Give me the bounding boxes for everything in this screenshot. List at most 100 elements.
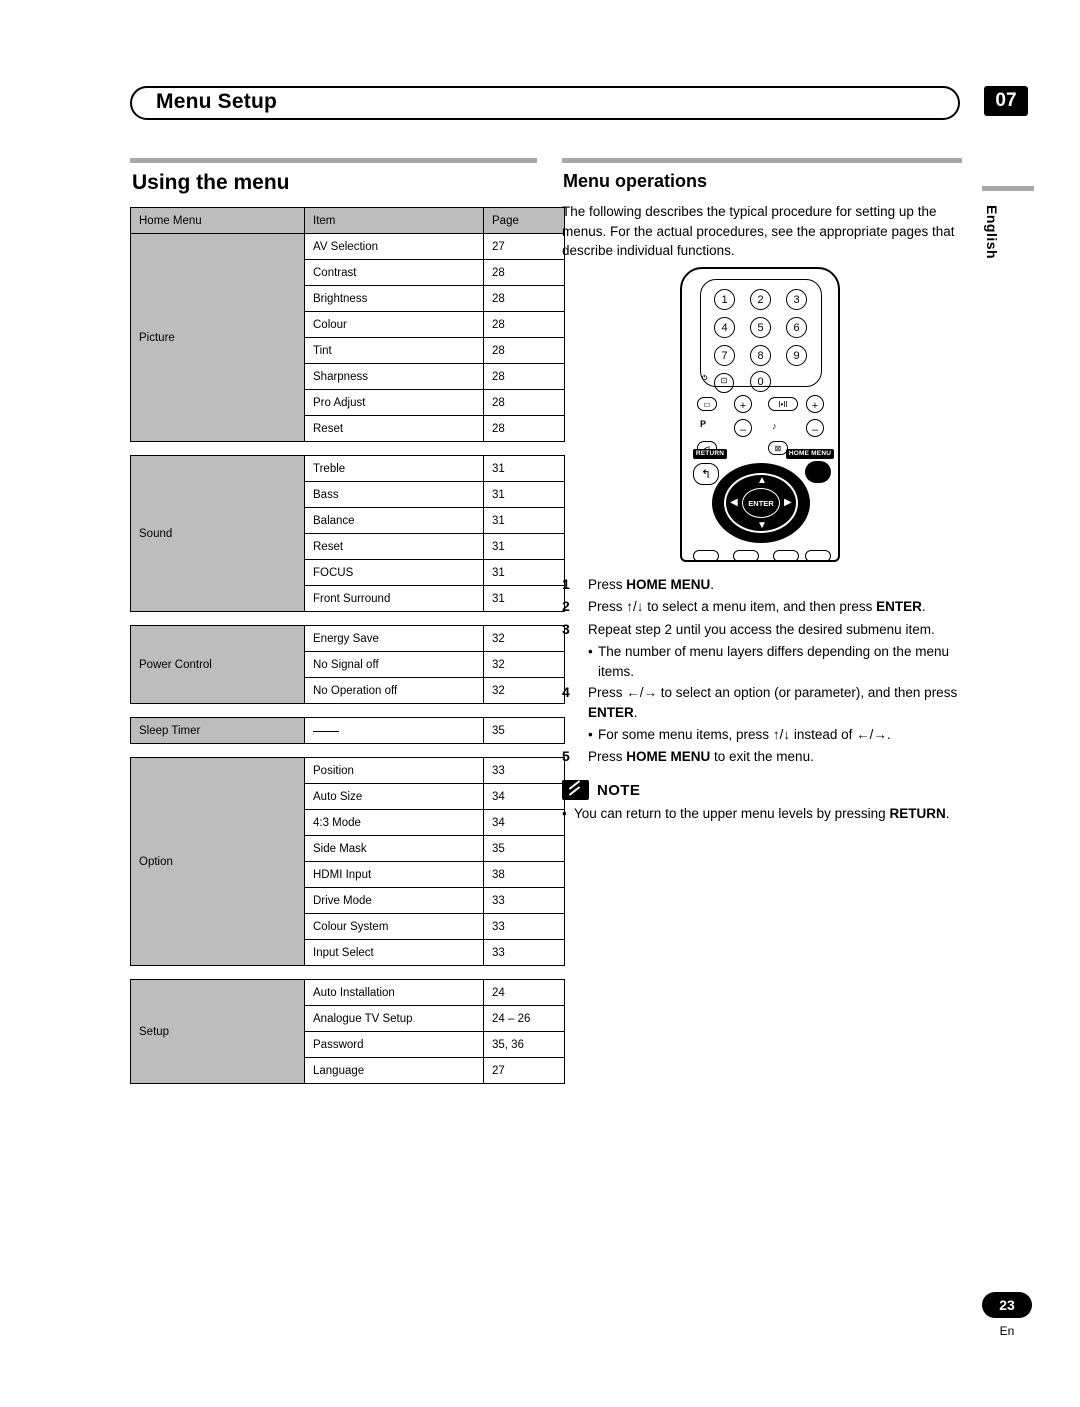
menu-item-page: 38 [483, 861, 565, 888]
step-item: 2 Press ↑/↓ to select a menu item, and th… [562, 597, 962, 617]
menu-table-power-control: Power Control Energy Save 32 No Signal off 3… [130, 625, 565, 704]
remote-key-0: 0 [750, 370, 771, 392]
menu-item-page: 31 [483, 585, 565, 612]
right-section-rule [562, 158, 962, 163]
step-text: ↑/↓ [772, 727, 791, 742]
menu-item-page: 35 [483, 835, 565, 862]
menu-item-label: Language [304, 1057, 484, 1084]
menu-table-setup: Setup Auto Installation 24 Analogue TV Setu… [130, 979, 565, 1084]
key-name: HOME MENU [626, 748, 711, 764]
menu-item-label: Sharpness [304, 363, 484, 390]
step-item: 4 Press ←/→ to select an option (or param… [562, 683, 962, 722]
menu-item-label: Position [304, 757, 484, 784]
bottom-key-4 [805, 549, 831, 562]
menu-item-page: 35 [483, 717, 565, 744]
menu-item-label: Bass [304, 481, 484, 508]
enter-key: ENTER [742, 487, 780, 518]
step-item: 1 Press HOME MENU. [562, 575, 962, 595]
program-label: P [700, 418, 707, 429]
remote-key-1: 1 [714, 288, 735, 310]
table-gap [130, 744, 537, 757]
menu-item-page: 31 [483, 481, 565, 508]
display-icon: ⊠ [768, 440, 788, 455]
menu-item-label [304, 717, 484, 744]
page-number: 23 [982, 1292, 1032, 1318]
table-row: Option Position 33 [130, 757, 565, 966]
menu-item-label: 4:3 Mode [304, 809, 484, 836]
dpad: ENTER ▲ ▼ ◀ ▶ [712, 462, 810, 543]
table-row: Setup Auto Installation 24 [130, 979, 565, 1084]
step-text: The number of menu layers differs depend… [598, 644, 949, 679]
remote-key-7: 7 [714, 344, 735, 366]
menu-item-page: 31 [483, 559, 565, 586]
menu-table-option: Option Position 33 Auto Size 34 4:3 Mode 34 Sid… [130, 757, 565, 966]
step-text: . [921, 599, 926, 614]
menu-item-label: Pro Adjust [304, 389, 484, 416]
menu-group-label: Sleep Timer [130, 717, 305, 744]
note-body: • You can return to the upper menu level… [562, 804, 962, 824]
arrow-down-icon: ▼ [757, 519, 767, 531]
arrow-right-icon: ▶ [784, 496, 792, 508]
step-item: 3 Repeat step 2 until you access the desi… [562, 620, 962, 640]
note-text-part: . [945, 806, 950, 821]
page-header: Menu Setup [130, 86, 960, 120]
note-bullet: • [562, 806, 567, 821]
page-title: Menu Setup [148, 90, 285, 114]
remote-key-9: 9 [786, 344, 807, 366]
menu-group-label: Picture [130, 233, 305, 442]
step-number: 2 [562, 598, 570, 614]
table-gap [130, 442, 537, 455]
menu-operations-intro: The following describes the typical proc… [562, 204, 955, 258]
menu-item-page: 35, 36 [483, 1031, 565, 1058]
menu-item-page: 31 [483, 533, 565, 560]
step-text: ←/→ [626, 685, 658, 700]
step-text: For some menu items, press [598, 727, 773, 742]
volume-label: ♪ [772, 420, 777, 431]
step-item: 5 Press HOME MENU to exit the menu. [562, 747, 962, 767]
step-note: • The number of menu layers differs depen… [562, 642, 962, 681]
table-gap [130, 966, 537, 979]
side-rule [982, 186, 1034, 191]
menu-table-sound: Sound Treble 31 Bass 31 Balance 31 Reset 31 FOCUS… [130, 455, 565, 612]
menu-operations-title: Menu operations [563, 171, 708, 191]
menu-item-page: 28 [483, 415, 565, 442]
menu-item-label: Input Select [304, 939, 484, 966]
step-note: • For some menu items, press ↑/↓ instead … [562, 725, 962, 745]
input-icon: ▭ [697, 396, 717, 411]
remote-key-2: 2 [750, 288, 771, 310]
menu-item-label: AV Selection [304, 233, 484, 260]
menu-item-page: 28 [483, 259, 565, 286]
dash-placeholder [313, 730, 339, 732]
remote-control-illustration: 1 2 3 4 5 6 7 8 9 0 ⊡ ⏻ ▭ + I•II + P – ♪… [562, 266, 962, 568]
note-text-part: You can return to the upper menu levels … [574, 806, 890, 821]
menu-item-label: Drive Mode [304, 887, 484, 914]
step-number: 5 [562, 747, 570, 764]
channel-down-icon: – [806, 418, 824, 437]
menu-item-label: No Operation off [304, 677, 484, 704]
column-header: Item [304, 207, 484, 234]
home-menu-label: HOME MENU [786, 448, 834, 459]
menu-item-page: 33 [483, 757, 565, 784]
arrow-up-icon: ▲ [757, 474, 767, 486]
bullet-marker: • [588, 727, 593, 742]
step-number: 3 [562, 620, 570, 637]
power-icon: ⏻ [702, 374, 708, 382]
menu-item-page: 28 [483, 337, 565, 364]
bottom-key-3 [773, 549, 799, 562]
menu-item-page: 28 [483, 311, 565, 338]
menu-table-sleep-timer: Sleep Timer 35 [130, 717, 565, 744]
remote-key-4: 4 [714, 316, 735, 338]
step-number: 4 [562, 684, 570, 700]
right-column: Menu operations The following describes … [562, 158, 962, 824]
step-text: . [633, 704, 638, 720]
bottom-key-1 [693, 549, 719, 562]
key-name: ENTER [588, 704, 634, 720]
menu-item-page: 24 [483, 979, 565, 1006]
menu-item-page: 27 [483, 1057, 565, 1084]
menu-item-label: No Signal off [304, 651, 484, 678]
arrow-left-icon: ◀ [730, 496, 738, 508]
menu-item-label: Analogue TV Setup [304, 1005, 484, 1032]
menu-item-label: Auto Installation [304, 979, 484, 1006]
document-page: Menu Setup 07 Using the menu Home Menu It… [0, 0, 1080, 1407]
menu-group-label: Option [130, 757, 305, 966]
